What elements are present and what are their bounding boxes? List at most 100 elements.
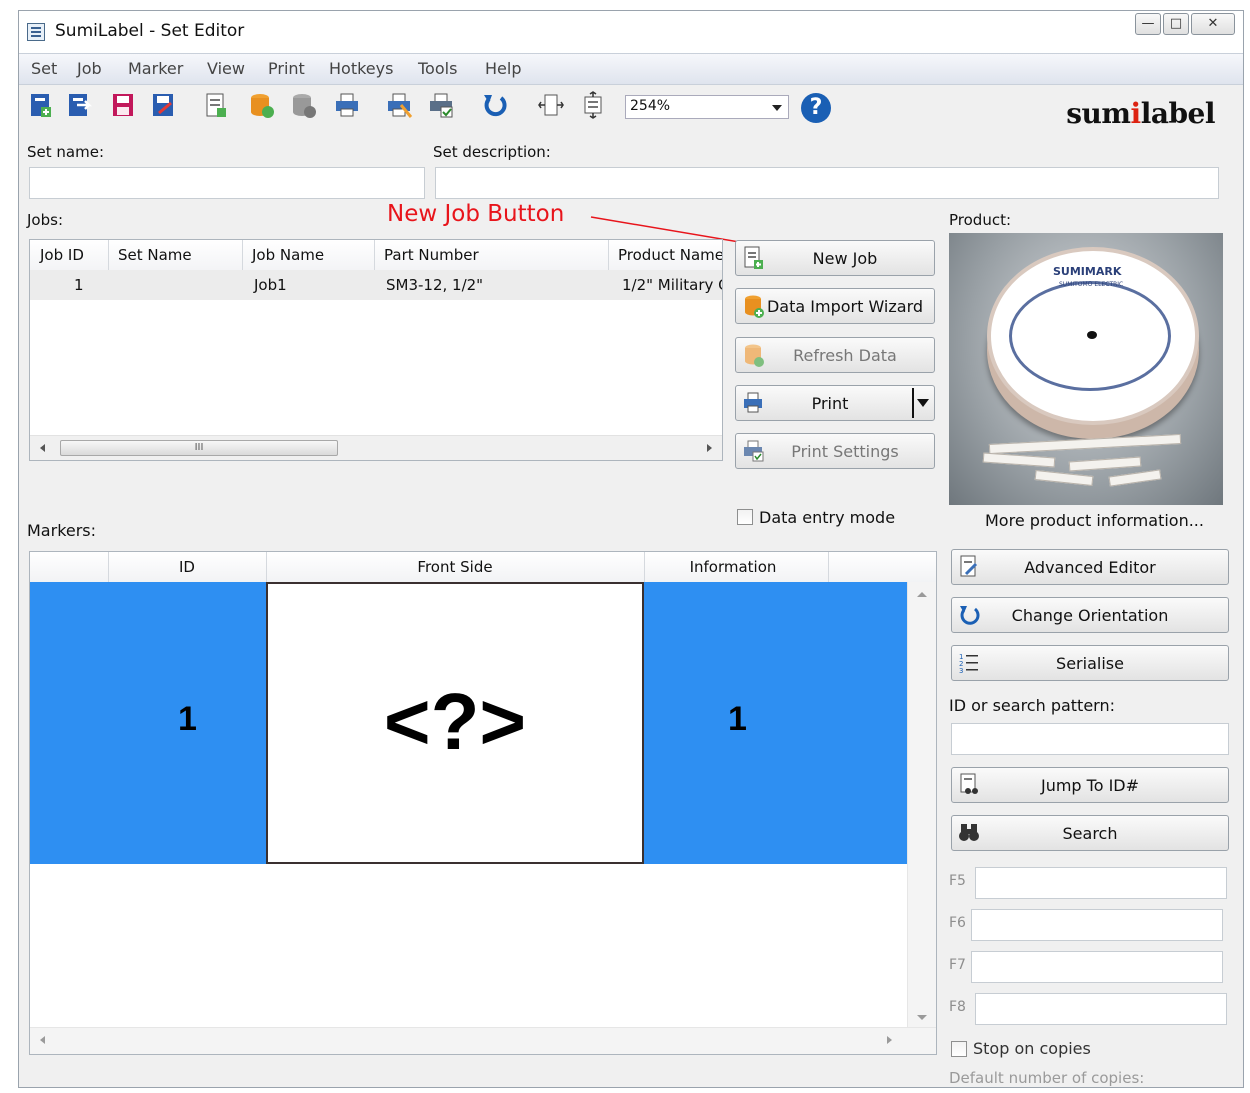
markers-table-header: ID Front Side Information	[30, 552, 936, 583]
print-button[interactable]: Print	[735, 385, 935, 421]
toolbar: 254% ? sumilabel	[19, 85, 1243, 143]
menu-print[interactable]: Print	[268, 59, 305, 78]
scroll-thumb[interactable]: III	[60, 440, 338, 456]
f6-label: F6	[949, 915, 966, 931]
fit-width-icon[interactable]	[537, 91, 565, 119]
menu-tools[interactable]: Tools	[418, 59, 457, 78]
minimize-button[interactable]: —	[1135, 13, 1161, 35]
chevron-down-icon	[772, 105, 782, 111]
markers-vertical-scrollbar[interactable]	[907, 582, 936, 1030]
menu-set[interactable]: Set	[31, 59, 57, 78]
cell-product-name: 1/2" Military G	[622, 276, 723, 294]
new-job-toolbar-icon[interactable]	[202, 91, 230, 119]
data-import-wizard-button[interactable]: Data Import Wizard	[735, 288, 935, 324]
column-id[interactable]: ID	[108, 558, 266, 576]
f5-label: F5	[949, 873, 966, 889]
f7-label: F7	[949, 957, 966, 973]
help-icon[interactable]: ?	[801, 93, 831, 123]
f8-label: F8	[949, 999, 966, 1015]
search-pattern-input[interactable]	[951, 723, 1229, 755]
data-entry-mode-checkbox[interactable]	[737, 509, 753, 525]
default-copies-label: Default number of copies:	[949, 1069, 1145, 1087]
search-pattern-label: ID or search pattern:	[949, 696, 1115, 715]
window-controls: — □ ✕	[1133, 13, 1235, 35]
marker-id-cell: 1	[178, 700, 197, 738]
scroll-left-icon[interactable]	[40, 444, 45, 452]
menu-marker[interactable]: Marker	[128, 59, 183, 78]
f8-input[interactable]	[975, 993, 1227, 1025]
stop-on-copies-label: Stop on copies	[973, 1039, 1091, 1058]
stop-on-copies-checkbox[interactable]	[951, 1041, 967, 1057]
menu-hotkeys[interactable]: Hotkeys	[329, 59, 393, 78]
set-description-input[interactable]	[435, 167, 1219, 199]
column-job-id[interactable]: Job ID	[40, 246, 84, 264]
advanced-editor-button[interactable]: Advanced Editor	[951, 549, 1229, 585]
set-name-label: Set name:	[27, 143, 104, 161]
menu-view[interactable]: View	[207, 59, 245, 78]
print-icon[interactable]	[333, 91, 361, 119]
more-product-information-link[interactable]: More product information...	[985, 511, 1204, 530]
markers-table[interactable]: ID Front Side Information 1 <?> 1	[29, 551, 937, 1055]
print-settings-icon[interactable]	[427, 91, 455, 119]
refresh-data-icon[interactable]	[289, 91, 317, 119]
menu-help[interactable]: Help	[485, 59, 521, 78]
window-title: SumiLabel - Set Editor	[55, 21, 245, 41]
column-front-side[interactable]: Front Side	[266, 558, 644, 576]
title-bar: SumiLabel - Set Editor — □ ✕	[19, 11, 1243, 53]
product-image: SUMIMARK SUMITOMO ELECTRIC	[949, 233, 1223, 505]
change-orientation-button[interactable]: Change Orientation	[951, 597, 1229, 633]
product-reel: SUMIMARK SUMITOMO ELECTRIC	[987, 247, 1199, 425]
save-set-icon[interactable]	[109, 91, 137, 119]
save-as-icon[interactable]	[149, 91, 177, 119]
set-name-input[interactable]	[29, 167, 425, 199]
fit-height-icon[interactable]	[579, 91, 607, 119]
import-data-icon[interactable]	[247, 91, 275, 119]
scroll-left-icon[interactable]	[40, 1036, 45, 1044]
rotate-icon[interactable]	[481, 91, 509, 119]
maximize-button[interactable]: □	[1163, 13, 1189, 35]
cell-job-name: Job1	[254, 276, 287, 294]
print-settings-button[interactable]: Print Settings	[735, 433, 935, 469]
menu-bar: Set Job Marker View Print Hotkeys Tools …	[19, 53, 1243, 85]
annotation-text: New Job Button	[387, 201, 565, 227]
scroll-right-icon[interactable]	[887, 1036, 892, 1044]
set-editor-window: SumiLabel - Set Editor — □ ✕ Set Job Mar…	[18, 10, 1244, 1088]
jobs-horizontal-scrollbar[interactable]: III	[30, 435, 722, 460]
zoom-select[interactable]: 254%	[625, 95, 789, 119]
serialise-button[interactable]: 123 Serialise	[951, 645, 1229, 681]
scroll-down-icon[interactable]	[917, 1015, 927, 1020]
menu-job[interactable]: Job	[77, 59, 102, 78]
f6-input[interactable]	[971, 909, 1223, 941]
column-job-name[interactable]: Job Name	[252, 246, 324, 264]
f5-input[interactable]	[975, 867, 1227, 899]
column-part-number[interactable]: Part Number	[384, 246, 479, 264]
column-information[interactable]: Information	[644, 558, 822, 576]
print-dropdown-arrow[interactable]	[912, 388, 932, 418]
close-button[interactable]: ✕	[1191, 13, 1235, 35]
marker-row[interactable]: 1 <?> 1	[30, 582, 908, 864]
product-label: Product:	[949, 211, 1012, 229]
zoom-value: 254%	[630, 98, 671, 114]
marker-front-side-cell[interactable]: <?>	[266, 582, 644, 864]
refresh-data-button[interactable]: Refresh Data	[735, 337, 935, 373]
data-entry-mode-label: Data entry mode	[759, 508, 896, 527]
column-set-name[interactable]: Set Name	[118, 246, 192, 264]
column-product-name[interactable]: Product Name	[618, 246, 722, 264]
set-description-label: Set description:	[433, 143, 551, 161]
marker-information-cell: 1	[728, 700, 747, 738]
jump-to-id-button[interactable]: Jump To ID#	[951, 767, 1229, 803]
open-set-icon[interactable]	[65, 91, 93, 119]
search-button[interactable]: Search	[951, 815, 1229, 851]
scroll-up-icon[interactable]	[917, 592, 927, 597]
jobs-table[interactable]: Job ID Set Name Job Name Part Number Pro…	[29, 239, 723, 461]
table-row[interactable]: 1 Job1 SM3-12, 1/2" 1/2" Military G	[30, 270, 722, 300]
jobs-label: Jobs:	[27, 211, 63, 229]
markers-horizontal-scrollbar[interactable]	[30, 1027, 936, 1054]
sumilabel-logo: sumilabel	[1066, 97, 1215, 130]
new-job-button[interactable]: New Job	[735, 240, 935, 276]
scroll-right-icon[interactable]	[707, 444, 712, 452]
print-wizard-icon[interactable]	[385, 91, 413, 119]
app-icon	[27, 23, 45, 41]
new-set-icon[interactable]	[27, 91, 55, 119]
f7-input[interactable]	[971, 951, 1223, 983]
